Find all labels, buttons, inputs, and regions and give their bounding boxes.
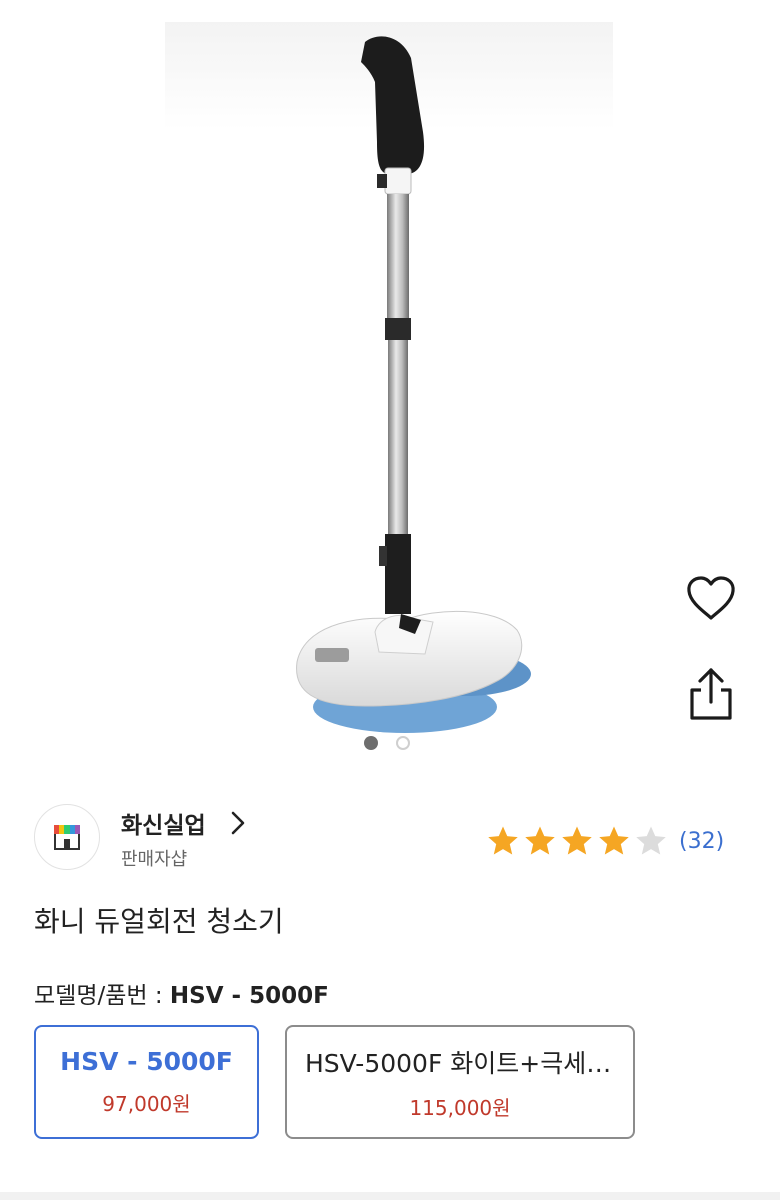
option-name: HSV - 5000F: [60, 1047, 233, 1076]
option-name: HSV-5000F 화이트+극세사 패드: [305, 1048, 615, 1078]
share-button[interactable]: [684, 664, 738, 724]
favorite-button[interactable]: [684, 574, 738, 624]
option-price: 115,000원: [409, 1095, 511, 1120]
chevron-right-icon[interactable]: [230, 810, 246, 836]
gallery-dot-active[interactable]: [364, 736, 378, 750]
option-price: 97,000원: [102, 1092, 191, 1116]
product-image-gallery[interactable]: [0, 0, 780, 770]
product-title: 화니 듀얼회전 청소기: [34, 905, 284, 938]
star-empty-icon: [636, 826, 666, 855]
option-card[interactable]: HSV-5000F 화이트+극세사 패드 115,000원: [285, 1025, 635, 1139]
review-count-link[interactable]: (32): [679, 829, 724, 854]
store-icon: [54, 825, 80, 850]
heart-icon: [687, 576, 735, 620]
option-card-selected[interactable]: HSV - 5000F 97,000원: [34, 1025, 259, 1139]
seller-logo[interactable]: [34, 804, 100, 870]
gallery-pagination: [364, 736, 410, 750]
star-icon: [488, 826, 518, 855]
star-icon: [562, 826, 592, 855]
gallery-dot[interactable]: [396, 736, 410, 750]
star-icon: [599, 826, 629, 855]
model-number: 모델명/품번 : HSV - 5000F: [34, 976, 329, 1010]
rating[interactable]: (32): [486, 824, 724, 858]
seller-type-label: 판매자샵: [121, 849, 188, 870]
model-value: HSV - 5000F: [169, 983, 329, 1009]
share-icon: [690, 668, 732, 720]
seller-name[interactable]: 화신실업: [121, 806, 206, 840]
star-icon: [525, 826, 555, 855]
product-photo[interactable]: [165, 22, 613, 742]
bottom-divider: [0, 1192, 780, 1200]
model-label: 모델명/품번 :: [34, 983, 170, 1009]
